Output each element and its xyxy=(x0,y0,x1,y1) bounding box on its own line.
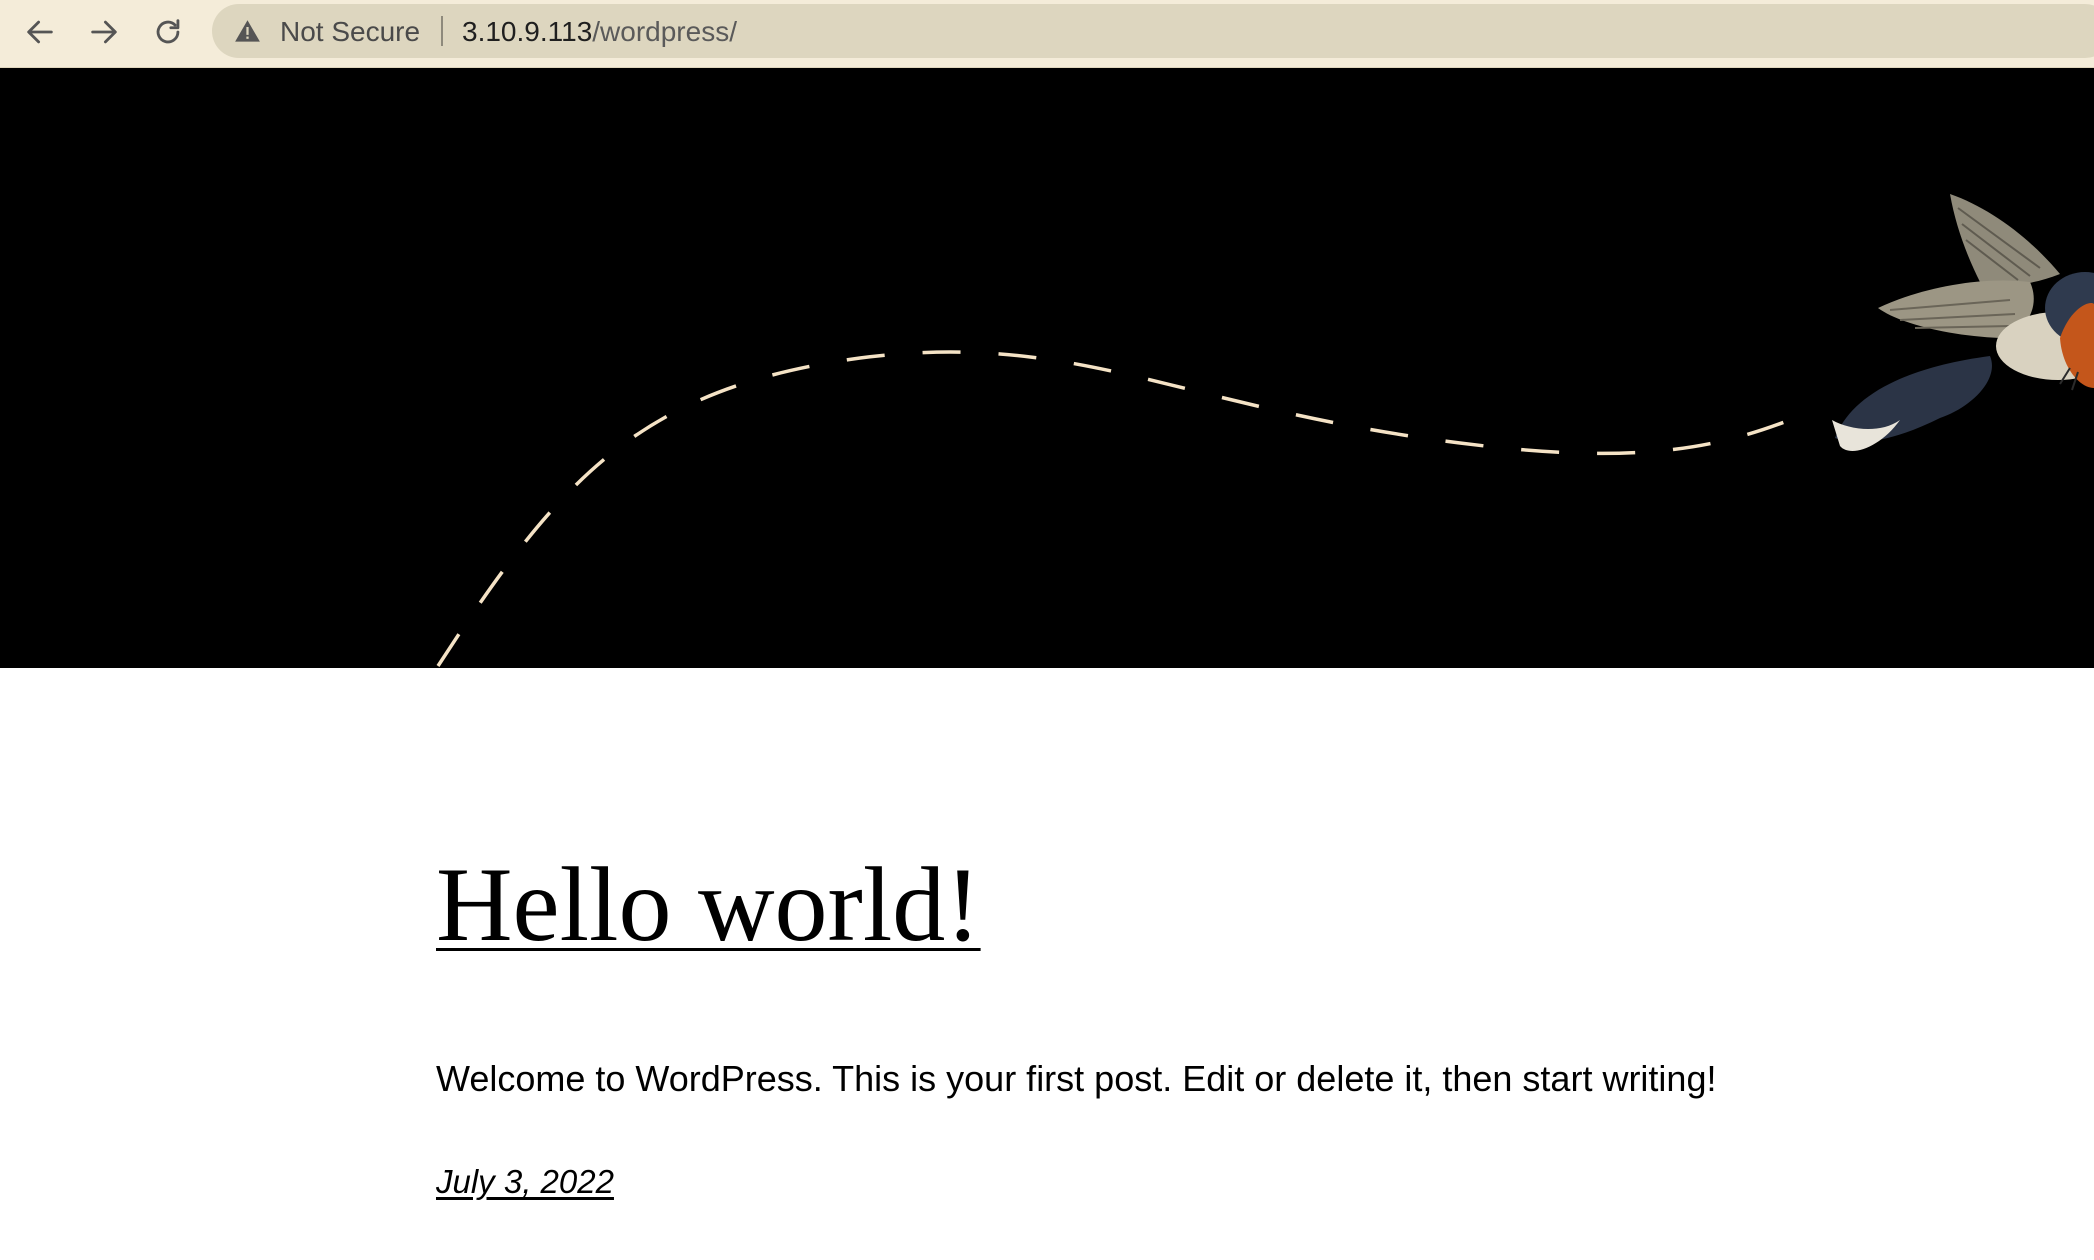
header-image xyxy=(0,68,2094,668)
url-text[interactable]: 3.10.9.113/wordpress/ xyxy=(462,16,737,48)
address-bar[interactable]: Not Secure 3.10.9.113/wordpress/ xyxy=(212,4,2094,58)
browser-toolbar: Not Secure 3.10.9.113/wordpress/ xyxy=(0,0,2094,68)
security-status-label[interactable]: Not Secure xyxy=(280,16,420,48)
url-path: /wordpress/ xyxy=(592,16,737,47)
warning-icon[interactable] xyxy=(234,18,261,45)
post-title-link[interactable]: Hello world! xyxy=(436,845,981,965)
forward-button[interactable] xyxy=(80,8,128,56)
bird-icon xyxy=(1832,194,2094,451)
browser-window: Not Secure 3.10.9.113/wordpress/ Hello w… xyxy=(0,0,2094,1260)
back-button[interactable] xyxy=(16,8,64,56)
reload-button[interactable] xyxy=(144,8,192,56)
dashed-flight-path xyxy=(436,350,1801,667)
arrow-left-icon xyxy=(27,20,53,44)
post-date-link[interactable]: July 3, 2022 xyxy=(436,1160,614,1204)
flight-path-illustration xyxy=(436,194,2094,667)
arrow-right-icon xyxy=(91,20,117,44)
address-divider xyxy=(441,16,443,46)
reload-icon xyxy=(156,19,180,44)
post-excerpt: Welcome to WordPress. This is your first… xyxy=(436,1058,1717,1099)
url-host: 3.10.9.113 xyxy=(462,16,593,47)
